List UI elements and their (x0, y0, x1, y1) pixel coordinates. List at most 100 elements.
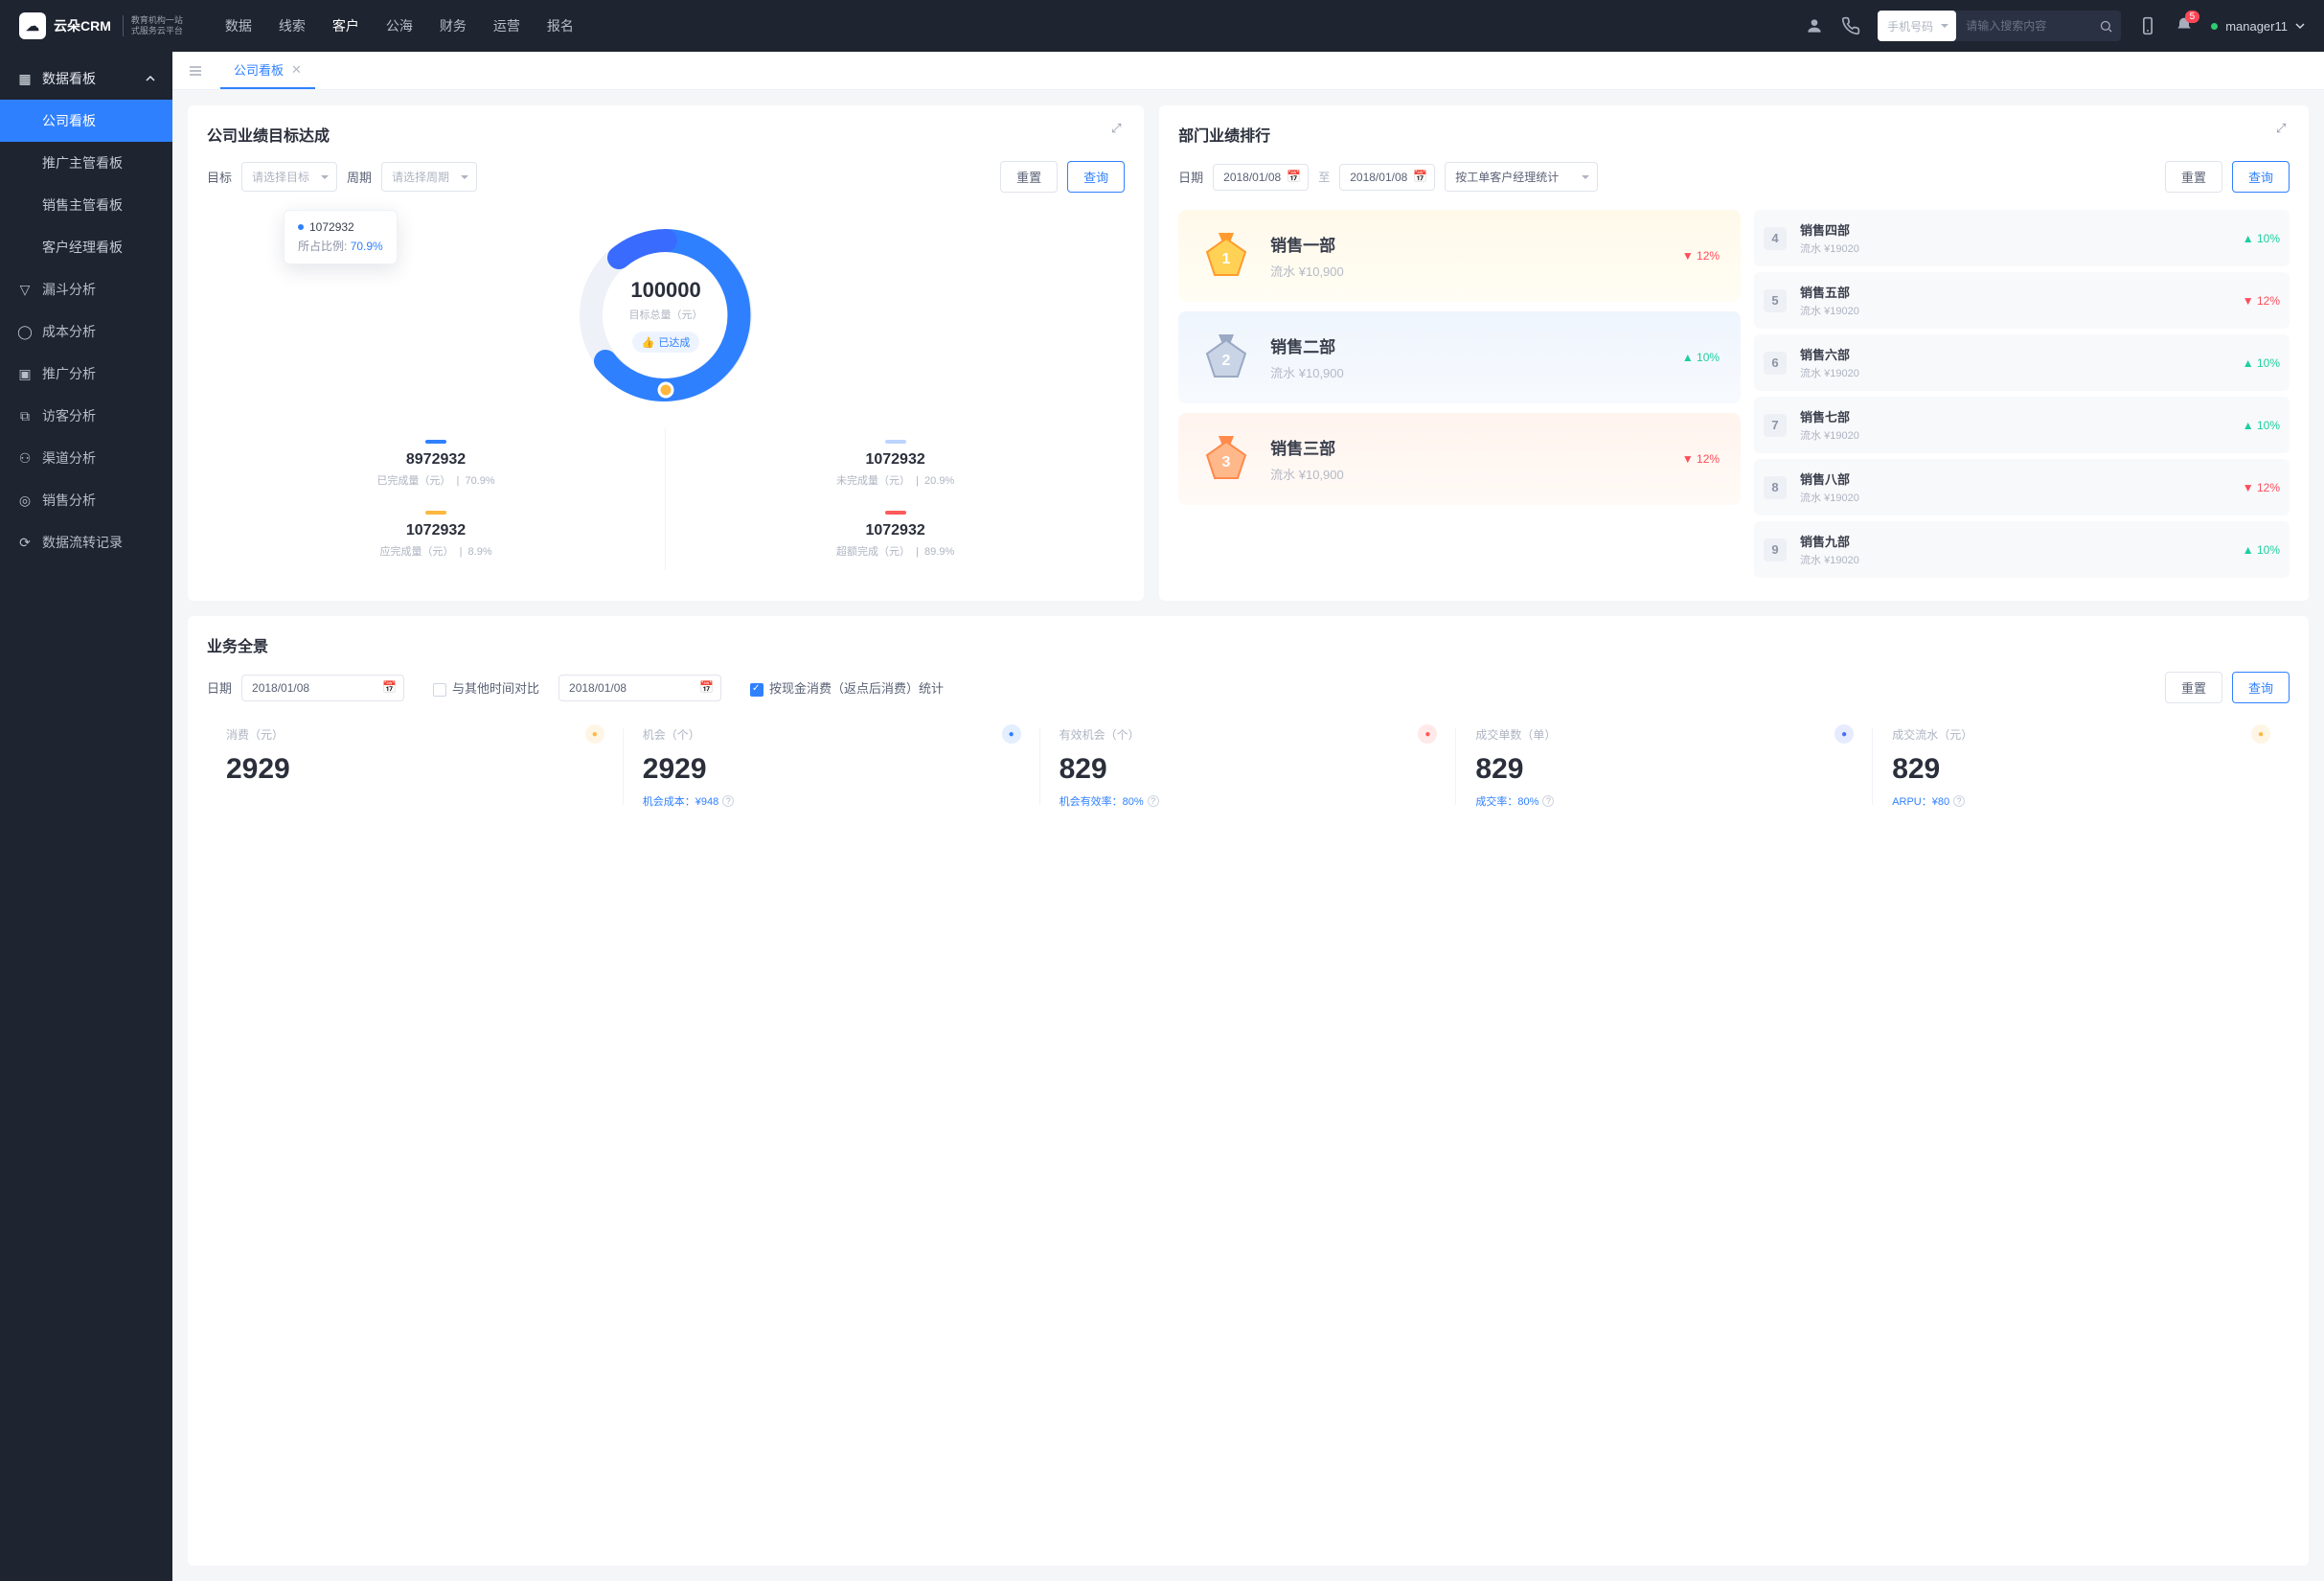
stat-bar-icon (425, 511, 446, 515)
donut-tooltip: 1072932 所占比例: 70.9% (284, 210, 398, 264)
metric-icon: ● (2251, 724, 2270, 744)
metric-icon: ● (1418, 724, 1437, 744)
close-icon[interactable]: ✕ (291, 62, 302, 78)
nav-icon: ◎ (17, 493, 33, 508)
metric-icon: ● (585, 724, 604, 744)
overview-item: 成交单数（单）●829成交率：80% ? (1456, 721, 1873, 813)
label-date: 日期 (207, 678, 232, 697)
topnav-item[interactable]: 报名 (547, 16, 574, 35)
sidebar-item[interactable]: ▽漏斗分析 (0, 268, 172, 310)
delta-badge: ▼ 12% (1682, 452, 1720, 466)
select-target[interactable]: 请选择目标 (241, 162, 337, 192)
sidebar-item[interactable]: ⟳数据流转记录 (0, 521, 172, 563)
donut-badge: 👍已达成 (632, 332, 700, 353)
topnav-item[interactable]: 运营 (493, 16, 520, 35)
search-type-select[interactable]: 手机号码 (1878, 11, 1956, 41)
calendar-icon: 📅 (1413, 170, 1427, 183)
rank-number: 8 (1764, 476, 1787, 499)
nav-icon: ▽ (17, 282, 33, 297)
notif-badge: 5 (2185, 11, 2200, 23)
medal-icon: 2 (1199, 331, 1253, 384)
svg-text:3: 3 (1222, 454, 1231, 470)
nav-icon: ▣ (17, 366, 33, 381)
compare-checkbox[interactable]: 与其他时间对比 (433, 678, 539, 697)
sidebar-sub-item[interactable]: 销售主管看板 (0, 184, 172, 226)
query-button[interactable]: 查询 (2232, 161, 2290, 193)
user-icon[interactable] (1805, 16, 1824, 35)
status-dot-icon (2211, 23, 2218, 30)
sidebar-sub-item[interactable]: 客户经理看板 (0, 226, 172, 268)
stat-bar-icon (425, 440, 446, 444)
reset-button[interactable]: 重置 (2165, 672, 2222, 703)
user-menu[interactable]: manager11 (2211, 19, 2305, 34)
sidebar-item[interactable]: ◯成本分析 (0, 310, 172, 353)
sidebar-item[interactable]: ▣推广分析 (0, 353, 172, 395)
goal-stat: 1072932未完成量（元） | 20.9% (666, 428, 1125, 499)
expand-icon[interactable]: ⤢ (1111, 121, 1128, 138)
date-1[interactable]: 2018/01/08📅 (241, 675, 404, 701)
date-2[interactable]: 2018/01/08📅 (558, 675, 721, 701)
delta-badge: ▲ 10% (1682, 351, 1720, 364)
card-rank: ⤢ 部门业绩排行 日期 2018/01/08📅 至 2018/01/08📅 按工… (1159, 105, 2309, 601)
reset-button[interactable]: 重置 (2165, 161, 2222, 193)
help-icon[interactable]: ? (1148, 795, 1159, 807)
calendar-icon: 📅 (382, 680, 397, 694)
mobile-icon[interactable] (2138, 16, 2157, 35)
rank-row: 6销售六部流水 ¥19020▲ 10% (1754, 334, 2290, 391)
topnav-item[interactable]: 公海 (386, 16, 413, 35)
topnav-item[interactable]: 财务 (440, 16, 467, 35)
sidebar-sub-item[interactable]: 公司看板 (0, 100, 172, 142)
cash-checkbox[interactable]: 按现金消费（返点后消费）统计 (750, 678, 944, 697)
overview-title: 业务全景 (207, 633, 2290, 656)
tabs: 公司看板 ✕ (172, 52, 2324, 90)
date-from[interactable]: 2018/01/08📅 (1213, 164, 1309, 191)
sidebar-sub-item[interactable]: 推广主管看板 (0, 142, 172, 184)
stat-bar-icon (885, 511, 906, 515)
card-goal: ⤢ 公司业绩目标达成 目标 请选择目标 周期 请选择周期 重置 查询 (188, 105, 1144, 601)
delta-badge: ▲ 10% (2243, 356, 2280, 370)
help-icon[interactable]: ? (722, 795, 734, 807)
expand-icon[interactable]: ⤢ (2276, 121, 2293, 138)
topnav-item[interactable]: 线索 (279, 16, 306, 35)
nav-icon: ⧉ (17, 408, 33, 424)
query-button[interactable]: 查询 (1067, 161, 1125, 193)
chevron-up-icon (146, 74, 155, 83)
nav-icon: ◯ (17, 324, 33, 339)
calendar-icon: 📅 (1287, 170, 1301, 183)
search-group: 手机号码 (1878, 11, 2121, 41)
help-icon[interactable]: ? (1542, 795, 1554, 807)
select-stat-by[interactable]: 按工单客户经理统计 (1445, 162, 1598, 192)
search-button[interactable] (2090, 11, 2121, 41)
select-period[interactable]: 请选择周期 (381, 162, 477, 192)
podium-card: 2销售二部流水 ¥10,900▲ 10% (1178, 311, 1741, 403)
tab-company-board[interactable]: 公司看板 ✕ (220, 52, 315, 89)
bell-icon[interactable]: 5 (2175, 16, 2194, 35)
search-input[interactable] (1956, 19, 2090, 33)
topnav-item[interactable]: 客户 (332, 16, 359, 35)
dashboard-icon: ▦ (17, 71, 33, 86)
burger-icon[interactable] (184, 59, 207, 82)
podium-card: 3销售三部流水 ¥10,900▼ 12% (1178, 413, 1741, 505)
query-button[interactable]: 查询 (2232, 672, 2290, 703)
medal-icon: 3 (1199, 432, 1253, 486)
phone-icon[interactable] (1841, 16, 1860, 35)
logo[interactable]: ☁ 云朵CRM 教育机构一站 式服务云平台 (19, 12, 183, 39)
nav-icon: ⚇ (17, 450, 33, 466)
sidebar-header-dashboards[interactable]: ▦数据看板 (0, 57, 172, 100)
help-icon[interactable]: ? (1953, 795, 1965, 807)
topnav-item[interactable]: 数据 (225, 16, 252, 35)
sidebar-item[interactable]: ⧉访客分析 (0, 395, 172, 437)
username: manager11 (2225, 19, 2288, 34)
sidebar-item[interactable]: ◎销售分析 (0, 479, 172, 521)
delta-badge: ▲ 10% (2243, 543, 2280, 557)
goal-stat: 1072932应完成量（元） | 8.9% (207, 499, 666, 570)
rank-number: 7 (1764, 414, 1787, 437)
rank-row: 4销售四部流水 ¥19020▲ 10% (1754, 210, 2290, 266)
goal-stat: 1072932超额完成（元） | 89.9% (666, 499, 1125, 570)
rank-number: 4 (1764, 227, 1787, 250)
reset-button[interactable]: 重置 (1000, 161, 1058, 193)
date-to[interactable]: 2018/01/08📅 (1339, 164, 1435, 191)
sidebar-item[interactable]: ⚇渠道分析 (0, 437, 172, 479)
checkbox-icon (750, 683, 763, 697)
rank-title: 部门业绩排行 (1178, 123, 2290, 146)
